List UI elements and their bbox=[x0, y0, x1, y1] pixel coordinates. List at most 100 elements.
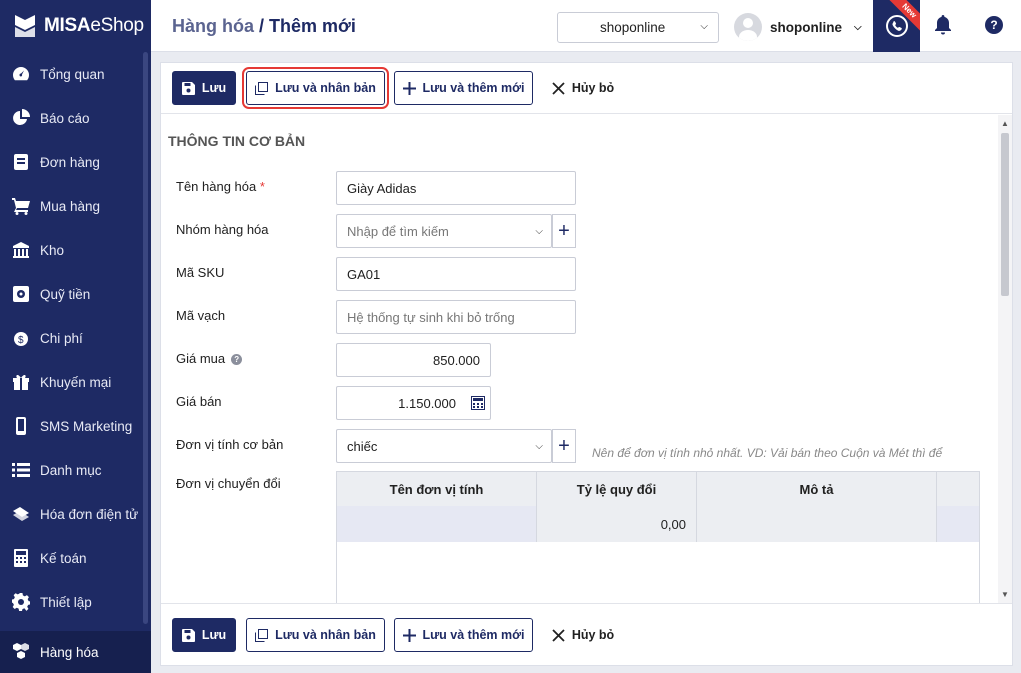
save-label: Lưu bbox=[201, 81, 227, 95]
page-title: Thêm mới bbox=[269, 16, 356, 36]
product-group-placeholder: Nhập để tìm kiếm bbox=[347, 223, 449, 239]
product-name-label: Tên hàng hóa * bbox=[176, 179, 265, 194]
sidebar-item-don-hang[interactable]: Đơn hàng bbox=[0, 140, 151, 184]
top-toolbar: Lưu Lưu và nhân bản Lưu và thêm mới Hủy … bbox=[161, 63, 1012, 114]
sku-input[interactable]: GA01 bbox=[336, 257, 576, 291]
avatar bbox=[734, 13, 762, 41]
add-unit-button[interactable]: + bbox=[552, 429, 576, 463]
scroll-down-icon[interactable]: ▼ bbox=[1001, 590, 1009, 599]
sidebar-item-hang-hoa[interactable]: Hàng hóa bbox=[0, 631, 151, 673]
conversion-unit-label: Đơn vị chuyển đổi bbox=[176, 476, 281, 491]
sidebar-item-label: SMS Marketing bbox=[40, 418, 133, 434]
sell-price-label: Giá bán bbox=[176, 394, 222, 409]
scrollbar-thumb[interactable] bbox=[1001, 133, 1009, 296]
save-button[interactable]: Lưu bbox=[172, 71, 236, 105]
column-header-actions bbox=[937, 472, 979, 506]
column-header-unit-name[interactable]: Tên đơn vị tính bbox=[337, 472, 537, 506]
sidebar-item-thiet-lap[interactable]: Thiết lập bbox=[0, 580, 151, 624]
warehouse-icon bbox=[12, 241, 30, 259]
hotline-button[interactable]: New bbox=[873, 0, 920, 52]
table-row[interactable]: 0,00 bbox=[337, 506, 979, 542]
phone-icon bbox=[885, 15, 908, 37]
product-name-input[interactable]: Giày Adidas bbox=[336, 171, 576, 205]
sidebar-item-sms-marketing[interactable]: SMS Marketing bbox=[0, 404, 151, 448]
save-and-add-new-button[interactable]: Lưu và thêm mới bbox=[394, 618, 533, 652]
sidebar-item-kho[interactable]: Kho bbox=[0, 228, 151, 272]
copy-icon bbox=[255, 628, 269, 642]
notification-button[interactable] bbox=[933, 14, 953, 39]
sidebar-item-label: Kho bbox=[40, 242, 65, 258]
cancel-label: Hủy bỏ bbox=[571, 81, 615, 95]
unit-name-cell[interactable] bbox=[337, 506, 537, 542]
sidebar-item-tong-quan[interactable]: Tổng quan bbox=[0, 52, 151, 96]
conversion-table: Tên đơn vị tính Tỷ lệ quy đổi Mô tả 0,00 bbox=[336, 471, 980, 603]
buy-price-input[interactable]: 850.000 bbox=[336, 343, 491, 377]
svg-text:$: $ bbox=[18, 335, 24, 346]
save-and-duplicate-button[interactable]: Lưu và nhân bản bbox=[242, 67, 389, 109]
sku-label: Mã SKU bbox=[176, 265, 225, 280]
breadcrumb-parent[interactable]: Hàng hóa bbox=[172, 16, 254, 36]
sidebar-item-ke-toan[interactable]: Kế toán bbox=[0, 536, 151, 580]
cancel-button[interactable]: Hủy bỏ bbox=[543, 71, 623, 105]
ratio-cell[interactable]: 0,00 bbox=[537, 506, 697, 542]
sidebar-item-danh-muc[interactable]: Danh mục bbox=[0, 448, 151, 492]
sell-price-input[interactable]: 1.150.000 bbox=[336, 386, 491, 420]
save-and-add-new-label: Lưu và thêm mới bbox=[422, 81, 525, 95]
cancel-button[interactable]: Hủy bỏ bbox=[543, 618, 623, 652]
sidebar-item-label: Đơn hàng bbox=[40, 154, 100, 170]
base-unit-select[interactable]: chiếc ⌵ bbox=[336, 429, 552, 463]
logo[interactable]: MISAeShop bbox=[0, 0, 151, 52]
column-header-description[interactable]: Mô tả bbox=[697, 472, 937, 506]
plus-icon bbox=[402, 628, 416, 642]
sidebar-item-chi-phi[interactable]: $ Chi phí bbox=[0, 316, 151, 360]
help-button[interactable]: ? bbox=[985, 16, 1003, 34]
description-cell[interactable] bbox=[697, 506, 937, 542]
plus-icon bbox=[402, 81, 416, 95]
sidebar-item-hoa-don-dien-tu[interactable]: Hóa đơn điện tử bbox=[0, 492, 151, 536]
sell-price-value: 1.150.000 bbox=[398, 395, 456, 411]
save-and-duplicate-label: Lưu và nhân bản bbox=[275, 628, 376, 642]
cancel-label: Hủy bỏ bbox=[571, 628, 615, 642]
help-icon[interactable]: ? bbox=[231, 354, 243, 366]
money-icon: $ bbox=[12, 329, 30, 347]
phone-device-icon bbox=[12, 417, 30, 435]
sidebar-item-label: Thiết lập bbox=[40, 594, 92, 610]
misa-logo-icon bbox=[15, 15, 35, 37]
sidebar-item-quy-tien[interactable]: Quỹ tiền bbox=[0, 272, 151, 316]
save-and-duplicate-button[interactable]: Lưu và nhân bản bbox=[246, 618, 385, 652]
product-group-select[interactable]: Nhập để tìm kiếm ⌵ bbox=[336, 214, 552, 248]
floppy-disk-icon bbox=[181, 628, 195, 642]
product-group-label: Nhóm hàng hóa bbox=[176, 222, 269, 237]
dashboard-icon bbox=[12, 65, 30, 83]
barcode-input[interactable]: Hệ thống tự sinh khi bỏ trống bbox=[336, 300, 576, 334]
sidebar-item-khuyen-mai[interactable]: Khuyến mại bbox=[0, 360, 151, 404]
save-button[interactable]: Lưu bbox=[172, 618, 236, 652]
shop-select[interactable]: shoponline ⌵ bbox=[557, 12, 719, 43]
logo-text: MISAeShop bbox=[44, 15, 144, 36]
sidebar-nav: Tổng quan Báo cáo Đơn hàng Mua hàng Kho … bbox=[0, 52, 151, 624]
scroll-up-icon[interactable]: ▲ bbox=[1001, 119, 1009, 128]
sidebar-item-label: Chi phí bbox=[40, 330, 83, 346]
sidebar-item-label: Kế toán bbox=[40, 550, 87, 566]
invoice-icon bbox=[12, 505, 30, 523]
column-header-ratio[interactable]: Tỷ lệ quy đổi bbox=[537, 472, 697, 506]
form-scrollbar[interactable]: ▲ ▼ bbox=[998, 115, 1012, 603]
sidebar-scrollbar[interactable] bbox=[143, 52, 148, 624]
order-icon bbox=[12, 153, 30, 171]
add-group-button[interactable]: + bbox=[552, 214, 576, 248]
floppy-disk-icon bbox=[181, 81, 195, 95]
user-menu[interactable]: shoponline ⌵ bbox=[734, 12, 862, 42]
section-title: THÔNG TIN CƠ BẢN bbox=[168, 133, 306, 149]
sidebar-item-mua-hang[interactable]: Mua hàng bbox=[0, 184, 151, 228]
copy-icon bbox=[255, 81, 269, 95]
sidebar: MISAeShop Tổng quan Báo cáo Đơn hàng Mua… bbox=[0, 0, 151, 673]
sidebar-item-bao-cao[interactable]: Báo cáo bbox=[0, 96, 151, 140]
cart-icon bbox=[12, 197, 30, 215]
chevron-down-icon: ⌵ bbox=[535, 441, 543, 452]
save-and-add-new-button[interactable]: Lưu và thêm mới bbox=[394, 71, 533, 105]
shop-select-value: shoponline bbox=[600, 20, 666, 35]
bottom-toolbar: Lưu Lưu và nhân bản Lưu và thêm mới Hủy … bbox=[161, 603, 1012, 665]
sidebar-item-label: Tổng quan bbox=[40, 66, 105, 82]
calculator-icon[interactable] bbox=[471, 396, 485, 410]
gift-icon bbox=[12, 373, 30, 391]
